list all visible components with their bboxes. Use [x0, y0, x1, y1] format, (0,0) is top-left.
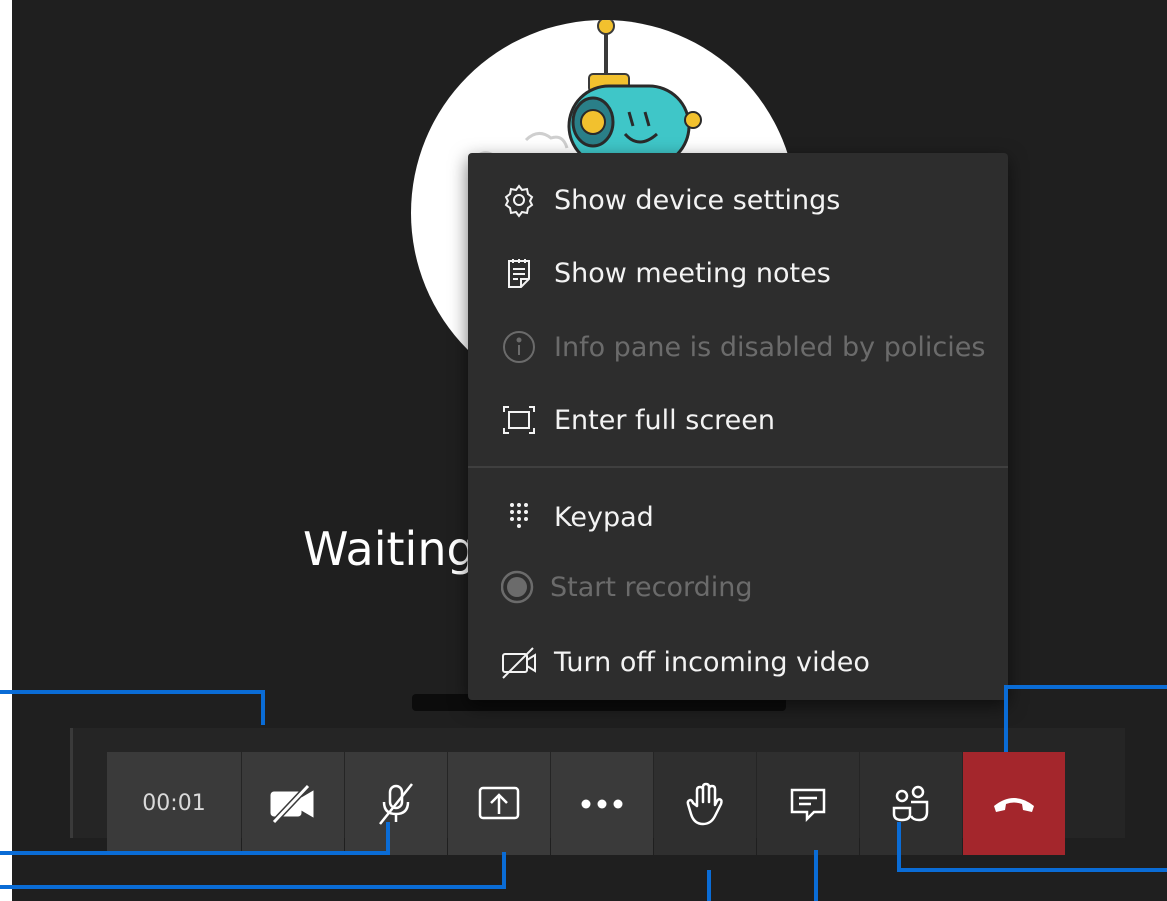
camera-toggle-button[interactable]: [242, 752, 344, 855]
more-options-button[interactable]: [551, 752, 653, 855]
mic-toggle-button[interactable]: [345, 752, 447, 855]
hang-up-button[interactable]: [963, 752, 1065, 855]
chat-button[interactable]: [757, 752, 859, 855]
menu-item-meeting-notes[interactable]: Show meeting notes: [468, 244, 1008, 302]
callout-line: [502, 852, 506, 889]
mic-off-icon: [379, 782, 413, 825]
notes-icon: [501, 255, 537, 291]
callout-line: [897, 822, 901, 872]
hang-up-icon: [994, 797, 1034, 812]
callout-line: [0, 851, 390, 855]
video-off-icon: [501, 644, 537, 680]
more-options-menu: Show device settings Show meeting notes …: [468, 153, 1008, 700]
more-options-icon: [581, 799, 623, 808]
menu-item-full-screen[interactable]: Enter full screen: [468, 391, 1008, 449]
callout-line: [0, 885, 506, 889]
fullscreen-icon: [501, 402, 537, 438]
menu-item-label: Keypad: [554, 501, 654, 533]
callout-line: [707, 870, 711, 901]
menu-item-label: Info pane is disabled by policies: [554, 331, 986, 363]
menu-item-label: Start recording: [550, 571, 753, 603]
menu-item-info-pane: Info pane is disabled by policies: [468, 318, 1008, 376]
menu-item-start-recording: Start recording: [468, 558, 1008, 616]
menu-item-keypad[interactable]: Keypad: [468, 488, 1008, 546]
menu-item-label: Show meeting notes: [554, 257, 831, 289]
gear-icon: [501, 182, 537, 218]
call-timer: 00:01: [107, 752, 241, 855]
camera-off-icon: [270, 783, 314, 824]
chat-icon: [790, 788, 826, 822]
share-screen-button[interactable]: [448, 752, 550, 855]
record-icon: [501, 569, 537, 605]
participants-icon: [892, 785, 929, 821]
menu-divider: [468, 466, 1008, 468]
callout-line: [897, 868, 1167, 872]
menu-item-label: Show device settings: [554, 184, 841, 216]
share-screen-icon: [478, 786, 520, 819]
call-toolbar: 00:01: [107, 752, 1065, 855]
callout-line: [0, 690, 265, 694]
callout-line: [261, 690, 265, 725]
callout-line: [386, 822, 390, 855]
waiting-message: Waiting: [303, 522, 476, 576]
raise-hand-icon: [686, 782, 723, 825]
menu-item-label: Enter full screen: [554, 404, 776, 436]
menu-item-device-settings[interactable]: Show device settings: [468, 171, 1008, 229]
callout-line: [814, 850, 818, 901]
participants-button[interactable]: [860, 752, 962, 855]
keypad-icon: [501, 499, 537, 535]
menu-item-incoming-video[interactable]: Turn off incoming video: [468, 633, 1008, 691]
menu-item-label: Turn off incoming video: [554, 646, 870, 678]
callout-line: [1004, 685, 1008, 752]
callout-line: [1004, 685, 1167, 689]
info-icon: [501, 329, 537, 365]
raise-hand-button[interactable]: [654, 752, 756, 855]
